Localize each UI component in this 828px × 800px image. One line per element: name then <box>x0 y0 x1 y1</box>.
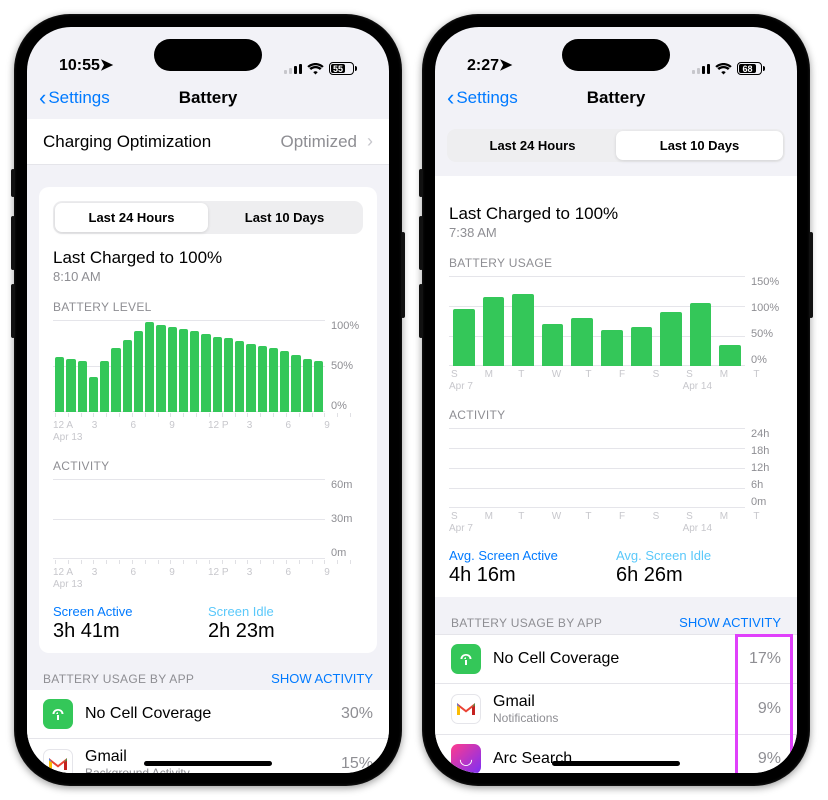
activity-label: ACTIVITY <box>449 408 783 422</box>
show-activity-link[interactable]: SHOW ACTIVITY <box>271 671 373 686</box>
home-indicator[interactable] <box>144 761 272 766</box>
dynamic-island <box>154 39 262 71</box>
app-row[interactable]: No Cell Coverage 30% <box>27 690 389 738</box>
last-charged-title: Last Charged to 100% <box>53 248 363 268</box>
segment-24h[interactable]: Last 24 Hours <box>449 131 616 160</box>
battery-card: Last 24 Hours Last 10 Days Last Charged … <box>39 187 377 653</box>
cell-coverage-icon <box>43 699 73 729</box>
app-percentage: 15% <box>341 755 373 773</box>
segment-10d[interactable]: Last 10 Days <box>616 131 783 160</box>
screen-right: 2:27➤ 68 ‹ Settings Battery <box>435 27 797 773</box>
last-charged-time: 7:38 AM <box>449 225 783 240</box>
nav-bar: ‹ Settings Battery <box>435 79 797 119</box>
app-name: Gmail <box>493 693 746 711</box>
status-time: 10:55➤ <box>59 55 113 75</box>
battery-usage-label: BATTERY USAGE <box>449 256 783 270</box>
app-usage-list: No Cell Coverage17%GmailNotifications9%◡… <box>435 634 797 773</box>
activity-chart[interactable] <box>53 479 325 559</box>
app-percentage: 9% <box>758 700 781 718</box>
nav-bar: ‹ Settings Battery <box>27 79 389 119</box>
page-title: Battery <box>27 88 389 108</box>
app-name: No Cell Coverage <box>493 650 737 668</box>
activity-label: ACTIVITY <box>53 459 363 473</box>
wifi-icon <box>307 63 324 75</box>
home-indicator[interactable] <box>552 761 680 766</box>
chevron-right-icon: › <box>367 131 373 152</box>
avg-idle-label: Avg. Screen Idle <box>616 548 783 563</box>
segment-24h[interactable]: Last 24 Hours <box>55 203 208 232</box>
app-subtitle: Background Activity <box>85 766 329 773</box>
phone-left: 10:55➤ 55 ‹ Settings Battery <box>14 14 402 786</box>
app-percentage: 30% <box>341 705 373 723</box>
by-app-label: BATTERY USAGE BY APP <box>43 672 194 686</box>
app-percentage: 9% <box>758 750 781 768</box>
app-name: No Cell Coverage <box>85 705 329 723</box>
dynamic-island <box>562 39 670 71</box>
cell-coverage-icon <box>451 644 481 674</box>
charging-optimization-row[interactable]: Charging Optimization Optimized › <box>27 119 389 165</box>
app-row[interactable]: ◡Arc Search9% <box>435 734 797 773</box>
app-subtitle: Notifications <box>493 711 746 725</box>
status-time: 2:27➤ <box>467 55 512 75</box>
cell-signal-icon <box>284 64 302 74</box>
time-range-segmented[interactable]: Last 24 Hours Last 10 Days <box>53 201 363 234</box>
screen-idle-label: Screen Idle <box>208 604 363 619</box>
battery-level-label: BATTERY LEVEL <box>53 300 363 314</box>
gmail-icon <box>43 749 73 773</box>
gmail-icon <box>451 694 481 724</box>
screen-idle-value: 2h 23m <box>208 620 363 643</box>
battery-level-chart[interactable] <box>53 320 325 412</box>
avg-idle-value: 6h 26m <box>616 564 783 587</box>
by-app-label: BATTERY USAGE BY APP <box>451 616 602 630</box>
last-charged-time: 8:10 AM <box>53 269 363 284</box>
battery-usage-chart[interactable] <box>449 276 745 366</box>
battery-icon: 55 <box>329 62 357 75</box>
time-range-segmented[interactable]: Last 24 Hours Last 10 Days <box>447 129 785 162</box>
page-title: Battery <box>435 88 797 108</box>
battery-icon: 68 <box>737 62 765 75</box>
arc-search-icon: ◡ <box>451 744 481 773</box>
app-percentage: 17% <box>749 650 781 668</box>
activity-chart[interactable] <box>449 428 745 508</box>
screen-left: 10:55➤ 55 ‹ Settings Battery <box>27 27 389 773</box>
app-row[interactable]: GmailBackground Activity15% <box>27 738 389 773</box>
phone-right: 2:27➤ 68 ‹ Settings Battery <box>422 14 810 786</box>
segment-10d[interactable]: Last 10 Days <box>208 203 361 232</box>
screen-active-label: Screen Active <box>53 604 208 619</box>
wifi-icon <box>715 63 732 75</box>
app-row[interactable]: GmailNotifications 9% <box>435 683 797 734</box>
avg-active-value: 4h 16m <box>449 564 616 587</box>
show-activity-link[interactable]: SHOW ACTIVITY <box>679 615 781 630</box>
screen-active-value: 3h 41m <box>53 620 208 643</box>
app-row[interactable]: No Cell Coverage 17% <box>435 634 797 683</box>
last-charged-title: Last Charged to 100% <box>449 204 783 224</box>
avg-active-label: Avg. Screen Active <box>449 548 616 563</box>
cell-signal-icon <box>692 64 710 74</box>
